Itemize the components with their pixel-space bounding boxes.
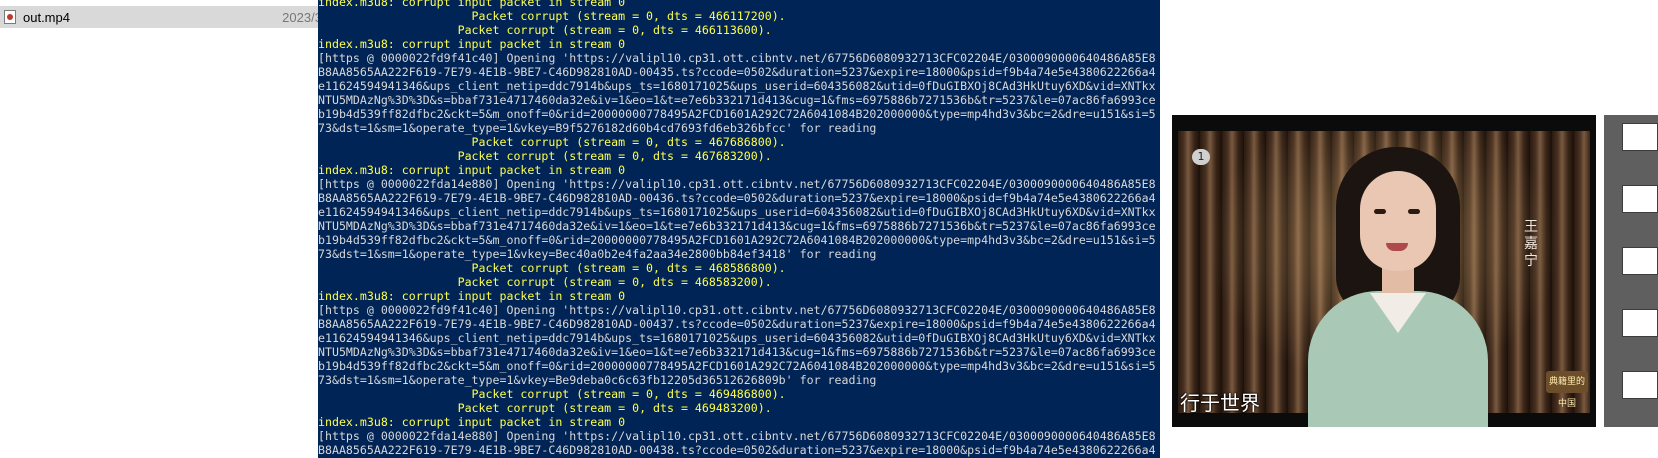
console-line: B8AA8565AA222F619-7E79-4E1B-9BE7-C46D982…	[318, 443, 1156, 457]
corner-badge: 1	[1192, 149, 1210, 165]
console-line: 73&dst=1&sm=1&operate_type=1&vkey=B9f527…	[318, 121, 877, 135]
film-slot	[1622, 247, 1658, 275]
file-row[interactable]: out.mp4 2023/3/30	[0, 6, 340, 28]
presenter-figure	[1298, 141, 1498, 427]
console-line: Packet corrupt (stream = 0, dts = 468583…	[318, 275, 772, 289]
console-line: Packet corrupt (stream = 0, dts = 467686…	[318, 135, 786, 149]
console-line: [https @ 0000022fd9f41c40] Opening 'http…	[318, 303, 1156, 317]
filmstrip-panel	[1604, 115, 1658, 427]
console-line: b19b4d539ff82dfbc2&ckt=5&m_onoff=0&rid=2…	[318, 107, 1156, 121]
console-line: index.m3u8: corrupt input packet in stre…	[318, 289, 626, 303]
console-line: B8AA8565AA222F619-7E79-4E1B-9BE7-C46D982…	[318, 191, 1156, 205]
console-line: Packet corrupt (stream = 0, dts = 469483…	[318, 401, 772, 415]
console-line: Packet corrupt (stream = 0, dts = 466117…	[318, 9, 786, 23]
video-frame: 1 王嘉宁 典籍里的中国 行于世界	[1178, 131, 1590, 427]
console-line: index.m3u8: corrupt input packet in stre…	[318, 37, 626, 51]
console-line: e11624594941346&ups_client_netip=ddc7914…	[318, 205, 1156, 219]
film-slot	[1622, 371, 1658, 399]
video-player[interactable]: 1 王嘉宁 典籍里的中国 行于世界	[1172, 115, 1596, 427]
console-line: e11624594941346&ups_client_netip=ddc7914…	[318, 79, 1156, 93]
console-line: B8AA8565AA222F619-7E79-4E1B-9BE7-C46D982…	[318, 317, 1156, 331]
console-window[interactable]: index.m3u8: corrupt input packet in stre…	[318, 0, 1160, 458]
console-line: B8AA8565AA222F619-7E79-4E1B-9BE7-C46D982…	[318, 65, 1156, 79]
console-line: 73&dst=1&sm=1&operate_type=1&vkey=Bec40a…	[318, 247, 877, 261]
film-slot	[1622, 309, 1658, 337]
console-line: b19b4d539ff82dfbc2&ckt=5&m_onoff=0&rid=2…	[318, 233, 1156, 247]
console-line: [https @ 0000022fda14e880] Opening 'http…	[318, 429, 1156, 443]
video-file-icon	[4, 10, 16, 24]
program-logo: 典籍里的中国	[1546, 371, 1588, 409]
film-slot	[1622, 123, 1658, 151]
console-line: [https @ 0000022fda14e880] Opening 'http…	[318, 177, 1156, 191]
console-line: 73&dst=1&sm=1&operate_type=1&vkey=Be9deb…	[318, 373, 877, 387]
console-line: index.m3u8: corrupt input packet in stre…	[318, 163, 626, 177]
console-line: b19b4d539ff82dfbc2&ckt=5&m_onoff=0&rid=2…	[318, 359, 1156, 373]
film-slot	[1622, 185, 1658, 213]
console-line: NTU5MDAzNg%3D%3D&s=bbaf731e4717460da32e&…	[318, 345, 1156, 359]
console-line: e11624594941346&ups_client_netip=ddc7914…	[318, 331, 1156, 345]
console-line: Packet corrupt (stream = 0, dts = 468586…	[318, 261, 786, 275]
console-line: index.m3u8: corrupt input packet in stre…	[318, 415, 626, 429]
console-line: Packet corrupt (stream = 0, dts = 466113…	[318, 23, 772, 37]
console-line: NTU5MDAzNg%3D%3D&s=bbaf731e4717460da32e&…	[318, 93, 1156, 107]
console-line: [https @ 0000022fd9f41c40] Opening 'http…	[318, 51, 1156, 65]
console-output: index.m3u8: corrupt input packet in stre…	[318, 0, 1156, 458]
console-line: index.m3u8: corrupt input packet in stre…	[318, 0, 626, 9]
console-line: NTU5MDAzNg%3D%3D&s=bbaf731e4717460da32e&…	[318, 219, 1156, 233]
console-line: Packet corrupt (stream = 0, dts = 467683…	[318, 149, 772, 163]
file-explorer-panel: out.mp4 2023/3/30	[0, 0, 340, 458]
file-name: out.mp4	[23, 9, 70, 25]
video-subtitle: 行于世界	[1180, 391, 1260, 415]
console-line: Packet corrupt (stream = 0, dts = 469486…	[318, 387, 786, 401]
presenter-name-caption: 王嘉宁	[1524, 219, 1538, 269]
